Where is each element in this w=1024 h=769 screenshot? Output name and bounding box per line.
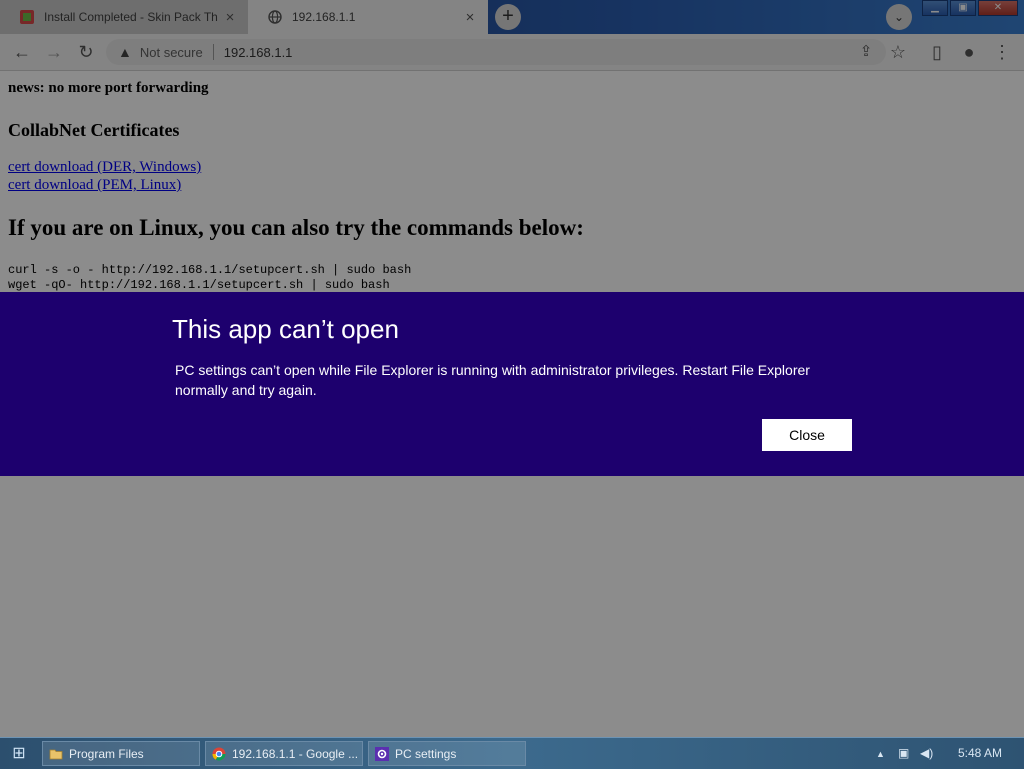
taskbar-clock[interactable]: 5:48 AM [958,746,1002,760]
folder-icon [49,749,63,759]
chrome-icon [212,747,226,760]
dialog-message: PC settings can’t open while File Explor… [175,362,810,398]
taskbar-item-program-files[interactable]: Program Files [42,741,200,766]
taskbar-item-chrome[interactable]: 192.168.1.1 - Google ... [205,741,363,766]
taskbar-item-label: 192.168.1.1 - Google ... [232,746,359,761]
taskbar-item-label: Program Files [69,746,144,761]
gear-icon [375,746,389,761]
taskbar-item-pc-settings[interactable]: PC settings [368,741,526,766]
app-cant-open-dialog: This app can’t open PC settings can’t op… [0,292,1024,476]
taskbar: ⊞ Program Files 192.168.1.1 - Google ...… [0,737,1024,769]
close-button[interactable]: Close [762,419,852,451]
taskbar-item-label: PC settings [395,746,457,761]
volume-icon[interactable]: ◀) [920,746,933,760]
tray-overflow-arrow-icon[interactable]: ▲ [876,749,885,759]
network-icon[interactable]: ▣ [898,746,909,760]
dialog-title: This app can’t open [172,314,399,344]
start-button[interactable]: ⊞ [8,743,30,765]
